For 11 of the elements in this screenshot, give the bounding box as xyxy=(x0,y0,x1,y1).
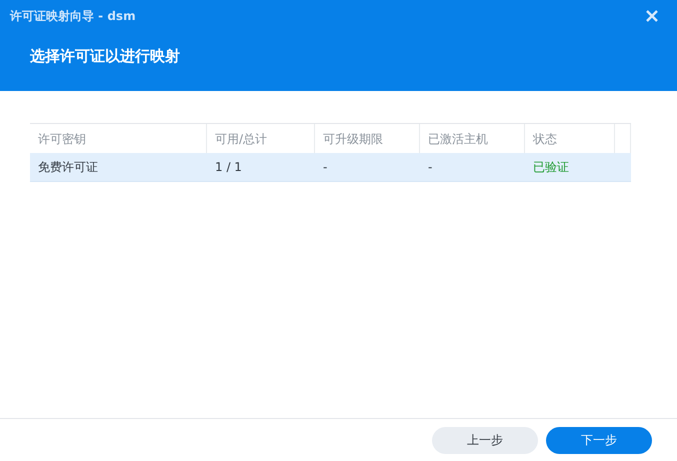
window-title: 许可证映射向导 - dsm xyxy=(10,8,136,25)
close-icon[interactable] xyxy=(645,9,659,23)
table-row[interactable]: 免费许可证 1 / 1 - - 已验证 xyxy=(30,153,631,182)
table-cell-text: 1 / 1 xyxy=(215,159,242,176)
table-cell-text: 已验证 xyxy=(533,159,569,176)
next-button[interactable]: 下一步 xyxy=(546,426,652,454)
table-cell-text: 免费许可证 xyxy=(38,159,98,176)
table-cell-text: - xyxy=(323,159,328,176)
back-button[interactable]: 上一步 xyxy=(432,426,538,454)
table-cell-text: - xyxy=(428,159,432,176)
page-heading: 选择许可证以进行映射 xyxy=(30,47,180,65)
